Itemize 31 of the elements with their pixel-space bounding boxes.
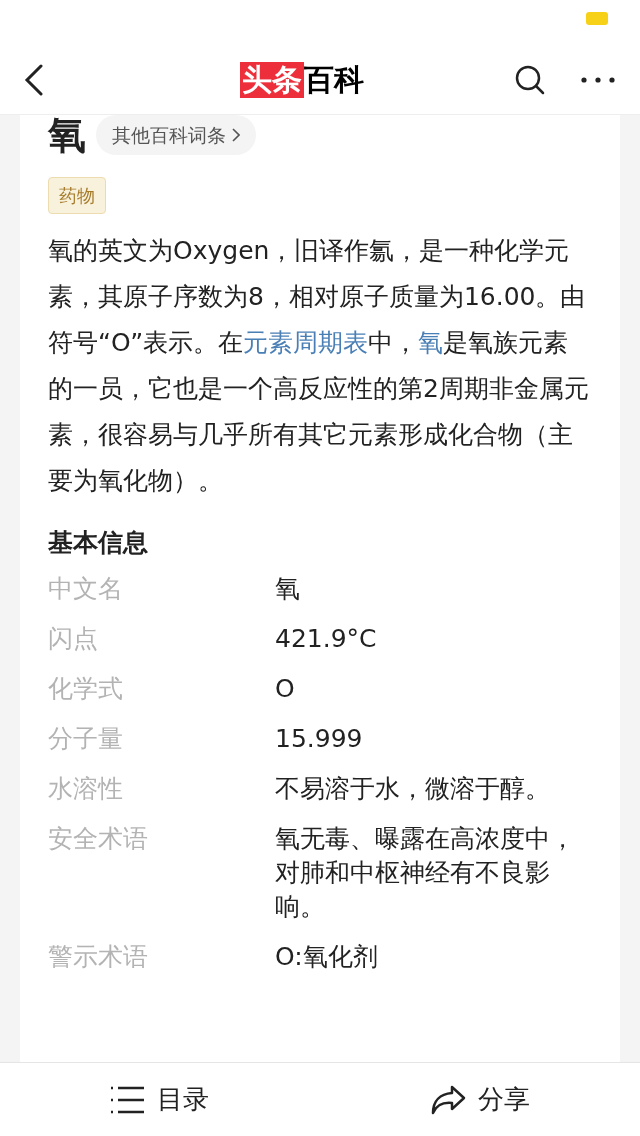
info-label: 分子量 [48, 723, 124, 755]
summary-paragraph: 氧的英文为Oxygen，旧译作氱，是一种化学元素，其原子序数为8，相对原子质量为16.00。由符号“O”表示。在元素周期表中，氧是氧族元素的一员，它也是一个高反应性的第2周期非金属元素，很容易与几乎所有其它元素形成化合物（主要为氧化物）。 [48, 235, 590, 497]
more-icon [581, 76, 615, 83]
info-value: O:氧化剂 [275, 941, 379, 973]
info-value: 421.9°C [275, 623, 378, 655]
info-label: 闪点 [48, 623, 99, 655]
other-entries-button[interactable]: 其他百科词条 [96, 115, 256, 155]
info-value: 15.999 [275, 723, 364, 755]
list-icon [111, 1084, 145, 1115]
info-value: O [275, 673, 296, 705]
info-value: 氧无毒、曝露在高浓度中，对肺和中枢神经有不良影响。 [275, 823, 576, 923]
info-value: 不易溶于水，微溶于醇。 [275, 773, 551, 805]
info-label: 中文名 [48, 573, 124, 605]
info-value: 氧 [275, 573, 301, 605]
info-label: 化学式 [48, 673, 124, 705]
back-icon [24, 63, 44, 96]
category-tag: 药物 [48, 177, 106, 214]
info-label: 安全术语 [48, 823, 149, 855]
share-button[interactable]: 分享 [320, 1063, 640, 1136]
battery-icon [586, 12, 608, 25]
search-icon [514, 63, 546, 96]
info-label: 警示术语 [48, 941, 149, 973]
summary-link[interactable]: 氧 [418, 328, 444, 357]
entry-title: 氧 [48, 116, 86, 154]
contents-button[interactable]: 目录 [0, 1063, 320, 1136]
chevron-right-icon [232, 128, 240, 142]
logo: 头条百科 [240, 61, 364, 98]
info-label: 水溶性 [48, 773, 124, 805]
section-heading: 基本信息 [48, 527, 149, 559]
share-icon [430, 1083, 466, 1116]
summary-link[interactable]: 元素周期表 [243, 328, 369, 357]
